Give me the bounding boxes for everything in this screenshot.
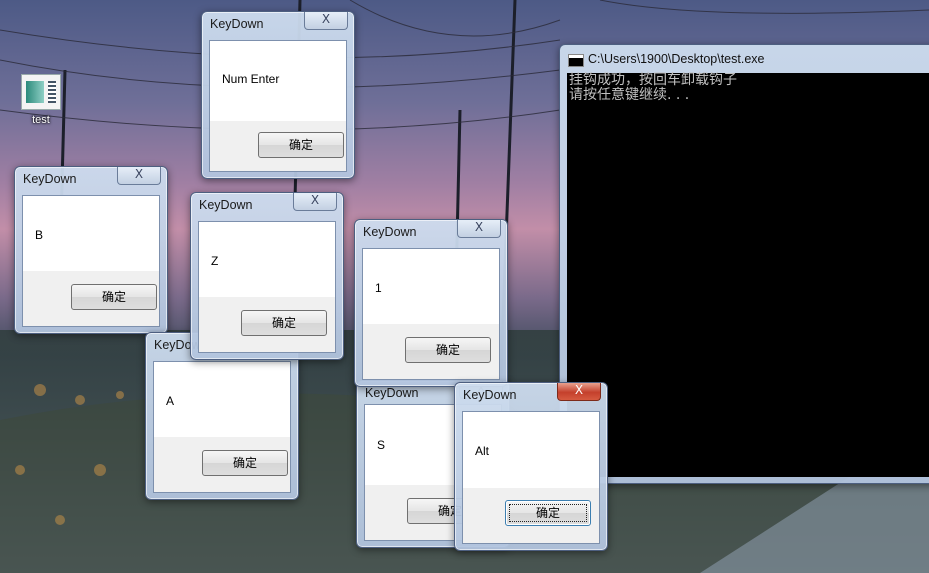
dialog-title: KeyDown xyxy=(365,386,419,400)
dialog-footer: 确定 xyxy=(154,437,290,492)
dialog-body: Num Enter 确定 xyxy=(209,40,347,172)
dialog-message: Num Enter xyxy=(222,72,280,86)
dialog-message: Alt xyxy=(475,444,490,458)
console-output[interactable]: 挂钩成功，按回车卸载钩子 请按任意键继续. . . xyxy=(567,73,929,477)
keydown-dialog-num-enter[interactable]: KeyDown X Num Enter 确定 xyxy=(201,11,355,179)
desktop-icon-label: test xyxy=(32,114,50,126)
desktop-icon-test[interactable]: test xyxy=(14,74,68,126)
dialog-message: A xyxy=(166,394,175,408)
console-window[interactable]: C:\Users\1900\Desktop\test.exe 挂钩成功，按回车卸… xyxy=(559,44,929,484)
dialog-message: B xyxy=(35,228,44,242)
ok-button[interactable]: 确定 xyxy=(258,132,344,158)
dialog-body: B 确定 xyxy=(22,195,160,327)
close-icon[interactable]: X xyxy=(457,220,501,238)
ok-button[interactable]: 确定 xyxy=(202,450,288,476)
dialog-title: KeyDown xyxy=(363,225,417,239)
keydown-dialog-alt[interactable]: KeyDown X Alt 确定 xyxy=(454,382,608,551)
dialog-title: KeyDown xyxy=(210,17,264,31)
dialog-footer: 确定 xyxy=(210,121,346,171)
ok-button[interactable]: 确定 xyxy=(505,500,591,526)
close-icon[interactable]: X xyxy=(293,193,337,211)
console-line: 请按任意键继续. . . xyxy=(569,87,690,103)
dialog-footer: 确定 xyxy=(463,488,599,543)
console-icon xyxy=(568,54,584,67)
dialog-footer: 确定 xyxy=(23,271,159,326)
dialog-message: S xyxy=(377,438,386,452)
console-title: C:\Users\1900\Desktop\test.exe xyxy=(588,52,765,66)
dialog-footer: 确定 xyxy=(199,297,335,352)
dialog-title: KeyDown xyxy=(23,172,77,186)
ok-button[interactable]: 确定 xyxy=(71,284,157,310)
console-line: 挂钩成功，按回车卸载钩子 xyxy=(569,72,737,88)
keydown-dialog-1[interactable]: KeyDown X 1 确定 xyxy=(354,219,508,387)
executable-icon xyxy=(21,74,61,110)
dialog-title: KeyDown xyxy=(463,388,517,402)
keydown-dialog-z[interactable]: KeyDown X Z 确定 xyxy=(190,192,344,360)
dialog-footer: 确定 xyxy=(363,324,499,379)
ok-button[interactable]: 确定 xyxy=(405,337,491,363)
dialog-body: A 确定 xyxy=(153,361,291,493)
dialog-title: KeyDown xyxy=(199,198,253,212)
close-icon[interactable]: X xyxy=(304,12,348,30)
dialog-body: Z 确定 xyxy=(198,221,336,353)
keydown-dialog-b[interactable]: KeyDown X B 确定 xyxy=(14,166,168,334)
dialog-body: 1 确定 xyxy=(362,248,500,380)
dialog-message: 1 xyxy=(375,281,382,295)
ok-button[interactable]: 确定 xyxy=(241,310,327,336)
close-icon[interactable]: X xyxy=(117,167,161,185)
dialog-body: Alt 确定 xyxy=(462,411,600,544)
close-icon[interactable]: X xyxy=(557,383,601,401)
dialog-message: Z xyxy=(211,254,219,268)
